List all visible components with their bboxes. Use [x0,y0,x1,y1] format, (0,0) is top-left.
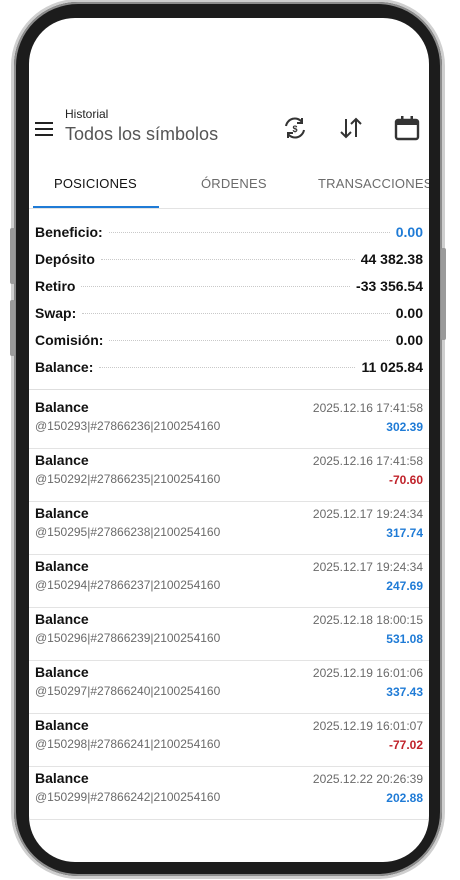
item-amount: 247.69 [386,579,423,593]
summary-row-balance: Balance: 11 025.84 [29,353,429,380]
summary-value: 11 025.84 [361,358,429,375]
item-ids: @150294|#27866237|2100254160 [35,578,221,592]
dotted-leader [109,339,390,341]
item-date: 2025.12.17 19:24:34 [312,507,423,521]
item-date: 2025.12.19 16:01:06 [312,666,423,680]
summary-divider [29,389,429,390]
item-amount: -77.02 [388,738,423,752]
item-title: Balance [35,770,89,786]
summary-value: 0.00 [395,223,429,240]
summary-row-swap: Swap: 0.00 [29,299,429,326]
summary-value: 0.00 [395,331,429,348]
summary-value: 44 382.38 [360,250,429,267]
item-ids: @150293|#27866236|2100254160 [35,419,221,433]
item-ids: @150298|#27866241|2100254160 [35,737,221,751]
item-ids: @150299|#27866242|2100254160 [35,790,221,804]
item-title: Balance [35,399,89,415]
summary-label: Beneficio: [29,223,103,240]
dotted-leader [99,366,356,368]
dotted-leader [82,312,390,314]
item-title: Balance [35,558,89,574]
summary-value: -33 356.54 [356,277,429,294]
tab-transactions[interactable]: TRANSACCIONES [318,176,429,191]
menu-icon[interactable] [35,122,53,136]
item-title: Balance [35,717,89,733]
list-item[interactable]: Balance @150293|#27866236|2100254160 202… [29,396,429,449]
item-title: Balance [35,611,89,627]
item-title [35,826,39,842]
phone-side-button [10,300,15,356]
active-tab-indicator [33,206,159,208]
item-ids: @150295|#27866238|2100254160 [35,525,221,539]
tab-orders[interactable]: ÓRDENES [201,176,267,191]
item-amount: 337.43 [386,685,423,699]
list-item[interactable]: Balance @150292|#27866235|2100254160 202… [29,449,429,502]
item-title: Balance [35,505,89,521]
list-item[interactable]: Balance @150299|#27866242|2100254160 202… [29,767,429,820]
item-ids: @150297|#27866240|2100254160 [35,684,221,698]
item-amount: 202.88 [386,791,423,805]
summary-label: Swap: [29,304,77,321]
summary-label: Balance: [29,358,94,375]
list-item[interactable]: Balance @150294|#27866237|2100254160 202… [29,555,429,608]
item-date: 2025.12.16 17:41:58 [312,454,423,468]
header-subtitle: Historial [65,107,109,121]
summary-label: Depósito [29,250,95,267]
tab-positions[interactable]: POSICIONES [54,176,137,191]
calendar-icon[interactable] [393,114,421,142]
sync-icon[interactable]: $ [281,114,309,142]
svg-text:$: $ [292,124,297,134]
dotted-leader [100,258,355,260]
item-amount: 302.39 [386,420,423,434]
list-item[interactable]: Balance @150295|#27866238|2100254160 202… [29,502,429,555]
list-item[interactable]: Balance @150298|#27866241|2100254160 202… [29,714,429,767]
item-amount: 317.74 [386,526,423,540]
item-date: 2025.12.17 19:24:34 [312,560,423,574]
item-ids: @150292|#27866235|2100254160 [35,472,221,486]
history-list: Balance @150293|#27866236|2100254160 202… [29,396,429,840]
item-date: 2025.12.22 20:26:39 [312,772,423,786]
app-screen: Historial Todos los símbolos $ POSICIONE… [29,18,429,862]
symbol-filter[interactable]: Todos los símbolos [65,124,218,145]
tab-bar: POSICIONES ÓRDENES TRANSACCIONES [29,170,429,209]
phone-side-button [10,228,15,284]
sort-icon[interactable] [337,114,365,142]
item-amount: 531.08 [386,632,423,646]
dotted-leader [81,285,351,287]
item-date: 2025.12.16 17:41:58 [312,401,423,415]
item-ids: @150296|#27866239|2100254160 [35,631,221,645]
dotted-leader [108,231,390,233]
list-item[interactable]: Balance @150296|#27866239|2100254160 202… [29,608,429,661]
summary-label: Retiro [29,277,76,294]
app-header: Historial Todos los símbolos $ [29,102,429,158]
item-title: Balance [35,452,89,468]
list-item[interactable]: Balance @150297|#27866240|2100254160 202… [29,661,429,714]
summary-row-profit: Beneficio: 0.00 [29,218,429,245]
item-title: Balance [35,664,89,680]
summary-row-withdrawal: Retiro -33 356.54 [29,272,429,299]
summary-label: Comisión: [29,331,104,348]
summary-row-deposit: Depósito 44 382.38 [29,245,429,272]
list-item-partial[interactable] [29,820,429,840]
summary-row-commission: Comisión: 0.00 [29,326,429,353]
item-date: 2025.12.18 18:00:15 [312,613,423,627]
item-date: 2025.12.19 16:01:07 [312,719,423,733]
item-amount: -70.60 [388,473,423,487]
summary-panel: Beneficio: 0.00 Depósito 44 382.38 Retir… [29,218,429,380]
phone-side-button [441,248,446,340]
summary-value: 0.00 [395,304,429,321]
